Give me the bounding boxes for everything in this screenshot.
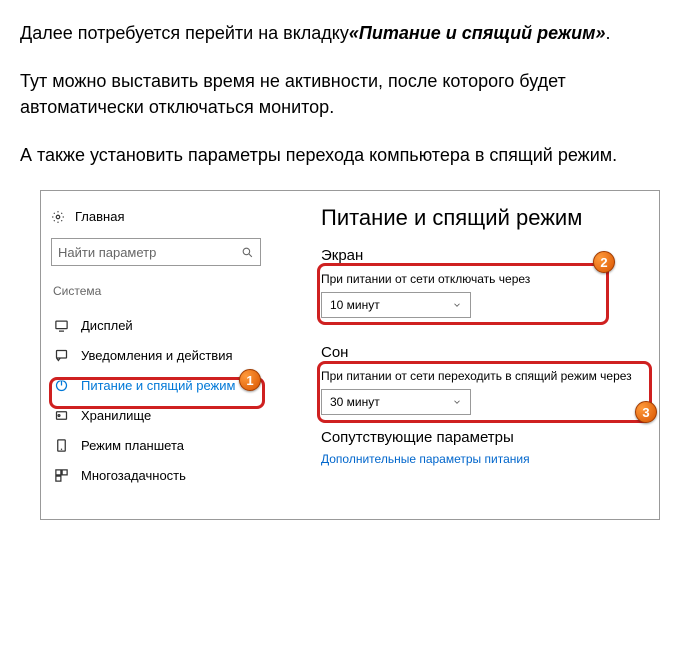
storage-icon	[53, 407, 69, 423]
power-icon	[53, 377, 69, 393]
sidebar-item-label: Режим планшета	[81, 438, 184, 453]
page-title: Питание и спящий режим	[321, 205, 649, 231]
tab-name-emphasis: «Питание и спящий режим»	[349, 23, 606, 43]
sleep-timeout-dropdown[interactable]: 30 минут	[321, 389, 471, 415]
multitask-icon	[53, 467, 69, 483]
article-paragraph-2: Тут можно выставить время не активности,…	[20, 68, 668, 120]
sidebar-item-label: Дисплей	[81, 318, 133, 333]
search-icon	[241, 246, 254, 259]
additional-power-link[interactable]: Дополнительные параметры питания	[321, 452, 649, 466]
text: Далее потребуется перейти на вкладку	[20, 23, 349, 43]
chevron-down-icon	[452, 397, 462, 407]
sidebar-item-label: Хранилище	[81, 408, 151, 423]
screen-setting: При питании от сети отключать через 10 м…	[321, 272, 649, 318]
chevron-down-icon	[452, 300, 462, 310]
text: .	[606, 23, 611, 43]
sleep-heading: Сон	[321, 344, 649, 361]
sleep-setting-label: При питании от сети переходить в спящий …	[321, 369, 649, 383]
search-input[interactable]: Найти параметр	[51, 238, 261, 266]
related-heading: Сопутствующие параметры	[321, 429, 649, 446]
article-paragraph-1: Далее потребуется перейти на вкладку«Пит…	[20, 20, 668, 46]
dropdown-value: 10 минут	[330, 298, 380, 312]
display-icon	[53, 317, 69, 333]
settings-sidebar: Главная Найти параметр Система Дисплей У…	[51, 207, 271, 490]
settings-content: Питание и спящий режим Экран При питании…	[321, 205, 649, 466]
sidebar-item-label: Уведомления и действия	[81, 348, 233, 363]
screen-timeout-dropdown[interactable]: 10 минут	[321, 292, 471, 318]
sidebar-item-display[interactable]: Дисплей	[51, 310, 271, 340]
sidebar-item-label: Питание и спящий режим	[81, 378, 235, 393]
sidebar-item-tablet[interactable]: Режим планшета	[51, 430, 271, 460]
screen-setting-label: При питании от сети отключать через	[321, 272, 649, 286]
sidebar-item-label: Многозадачность	[81, 468, 186, 483]
home-label: Главная	[75, 209, 124, 224]
sidebar-item-notifications[interactable]: Уведомления и действия	[51, 340, 271, 370]
section-label: Система	[51, 284, 271, 298]
sidebar-item-multitask[interactable]: Многозадачность	[51, 460, 271, 490]
dropdown-value: 30 минут	[330, 395, 380, 409]
annotation-badge-3: 3	[635, 401, 657, 423]
notifications-icon	[53, 347, 69, 363]
sidebar-item-power[interactable]: Питание и спящий режим	[51, 370, 271, 400]
settings-window: Главная Найти параметр Система Дисплей У…	[40, 190, 660, 520]
search-placeholder: Найти параметр	[58, 245, 156, 260]
article-paragraph-3: А также установить параметры перехода ко…	[20, 142, 668, 168]
home-button[interactable]: Главная	[51, 207, 271, 226]
sleep-setting: При питании от сети переходить в спящий …	[321, 369, 649, 415]
gear-icon	[51, 210, 65, 224]
tablet-icon	[53, 437, 69, 453]
sidebar-item-storage[interactable]: Хранилище	[51, 400, 271, 430]
